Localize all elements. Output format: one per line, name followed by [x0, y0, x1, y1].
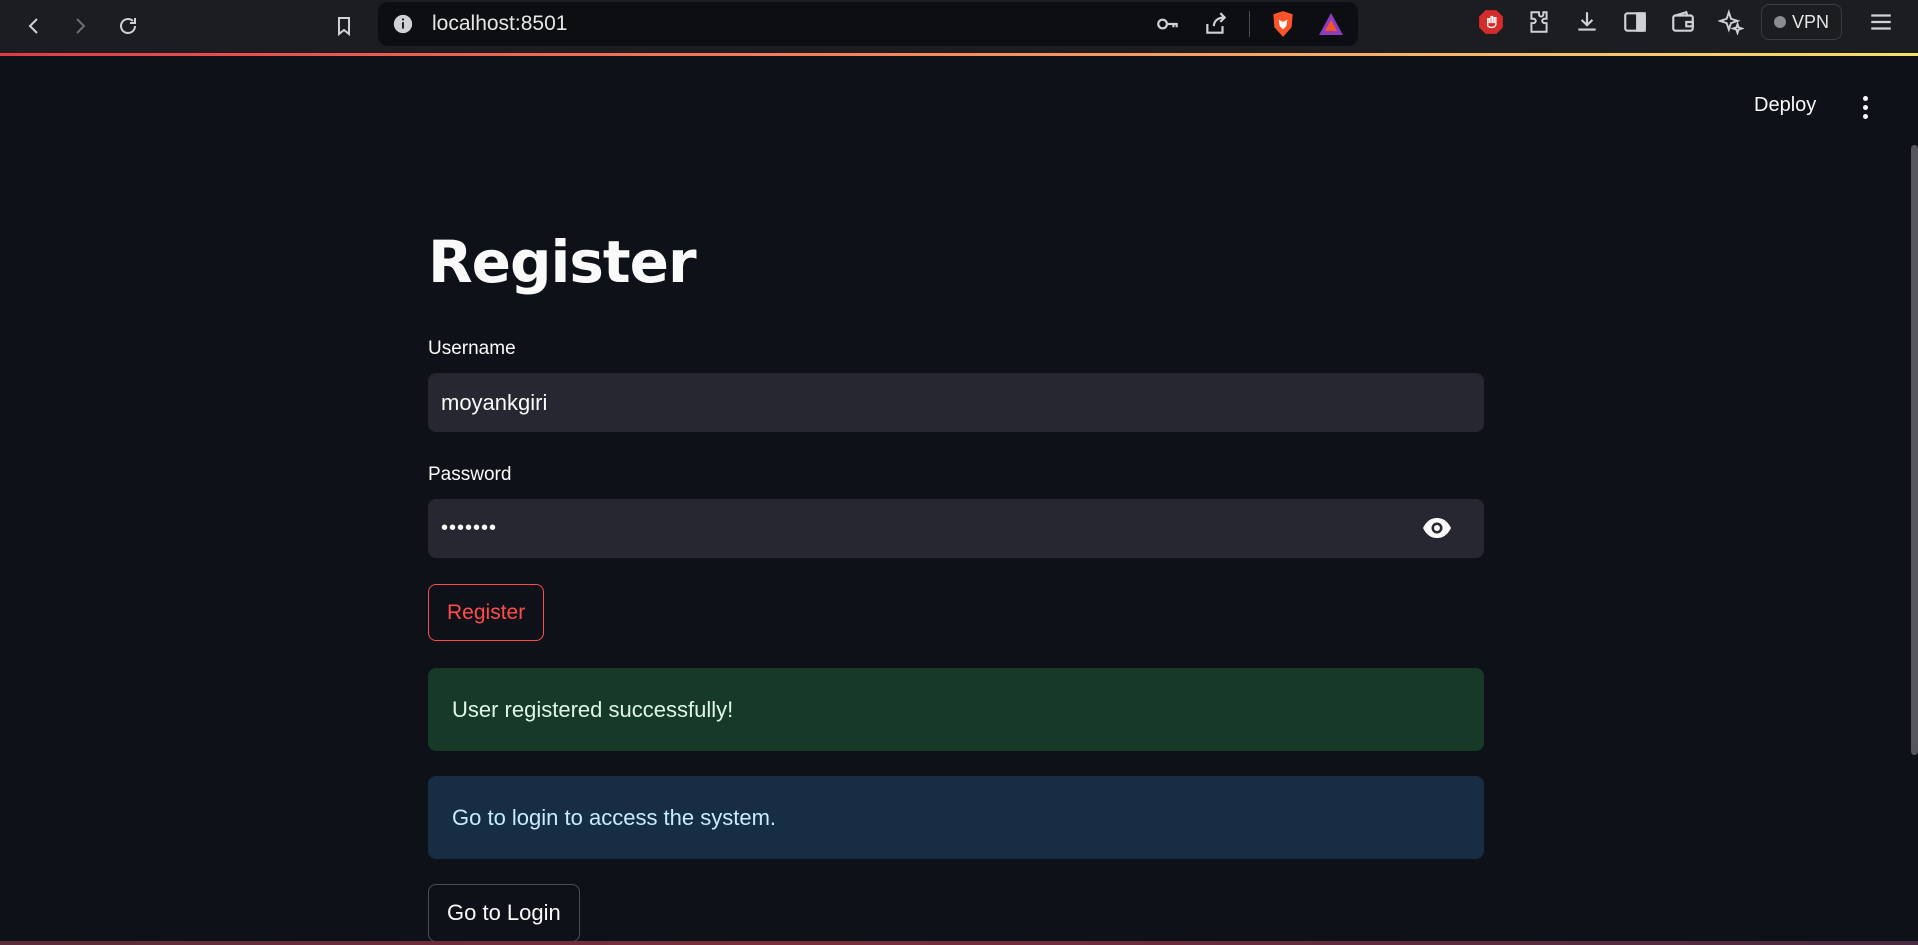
sidebar-icon[interactable] [1620, 7, 1650, 37]
username-value: moyankgiri [441, 389, 548, 415]
leo-ai-icon[interactable] [1716, 7, 1746, 37]
share-icon[interactable] [1201, 9, 1231, 39]
username-input[interactable]: moyankgiri [428, 373, 1484, 432]
scrollbar[interactable] [1911, 145, 1918, 755]
url-text[interactable]: localhost:8501 [432, 12, 567, 36]
show-password-icon[interactable] [1422, 515, 1452, 541]
success-message: User registered successfully! [452, 696, 734, 722]
site-info-icon[interactable] [390, 11, 416, 37]
password-label: Password [428, 464, 512, 485]
brave-rewards-icon[interactable] [1316, 9, 1346, 39]
brave-shield-icon[interactable] [1268, 9, 1298, 39]
address-bar[interactable]: localhost:8501 [378, 2, 1358, 46]
bottom-accent-bar [0, 941, 1918, 945]
hamburger-menu-icon[interactable] [1866, 7, 1896, 37]
go-to-login-button[interactable]: Go to Login [428, 884, 580, 942]
success-alert: User registered successfully! [428, 668, 1484, 751]
password-input[interactable]: ••••••• [428, 499, 1484, 558]
deploy-button[interactable]: Deploy [1754, 94, 1816, 117]
key-icon[interactable] [1153, 9, 1183, 39]
vpn-status-icon [1773, 16, 1786, 28]
download-icon[interactable] [1572, 7, 1602, 37]
browser-toolbar: localhost:8501 VPN [0, 0, 1918, 53]
password-value: ••••••• [441, 517, 498, 539]
divider [1249, 11, 1250, 37]
back-icon[interactable] [16, 8, 52, 44]
more-options-icon[interactable] [1852, 92, 1878, 122]
bookmark-icon[interactable] [326, 8, 362, 44]
reload-icon[interactable] [110, 8, 146, 44]
vpn-label: VPN [1791, 11, 1829, 32]
adblock-icon[interactable] [1476, 7, 1506, 37]
vpn-button[interactable]: VPN [1760, 4, 1842, 40]
forward-icon[interactable] [62, 8, 98, 44]
page-title: Register [428, 228, 697, 296]
extensions-icon[interactable] [1524, 7, 1554, 37]
register-button[interactable]: Register [428, 584, 545, 641]
loading-accent-bar [0, 53, 1918, 56]
wallet-icon[interactable] [1668, 7, 1698, 37]
info-message: Go to login to access the system. [452, 804, 777, 830]
info-alert: Go to login to access the system. [428, 776, 1484, 859]
username-label: Username [428, 338, 516, 359]
